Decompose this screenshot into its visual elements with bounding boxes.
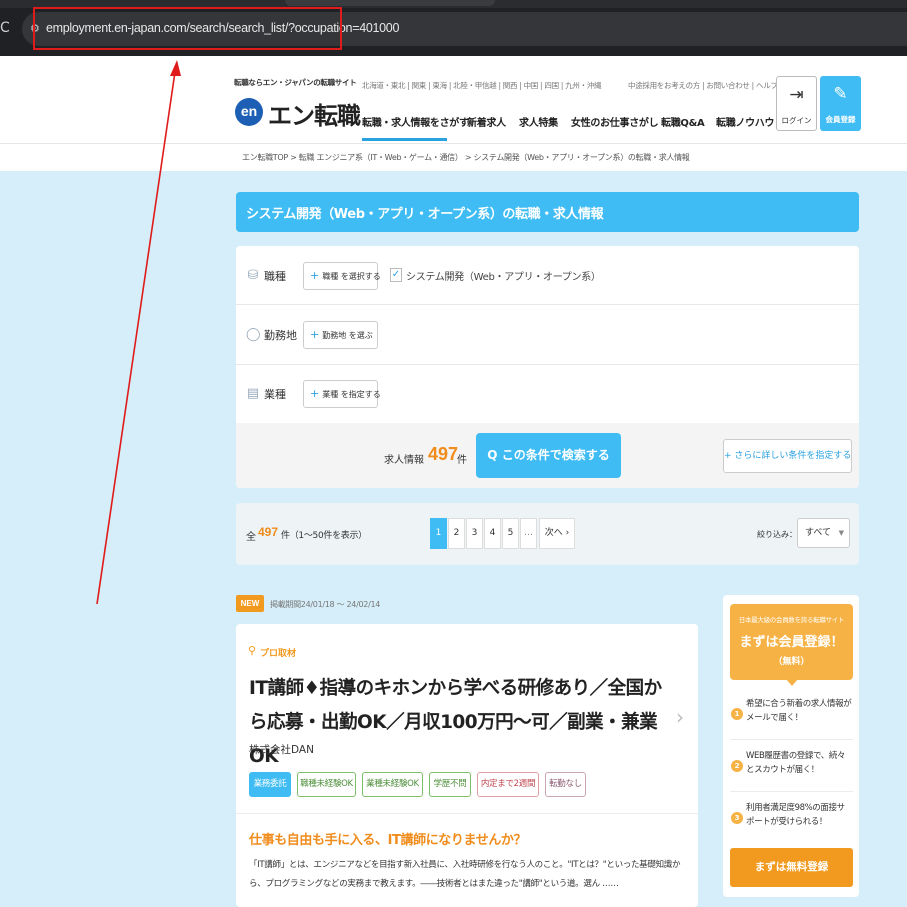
promo-title: まずは会員登録！: [739, 635, 844, 650]
next-page-button[interactable]: 次へ ›: [539, 518, 575, 549]
promo-free-label: （無料）: [773, 657, 810, 667]
free-signup-button[interactable]: まずは無料登録: [730, 848, 853, 887]
job-count-unit: 件: [457, 455, 467, 466]
promo-notch: [786, 679, 798, 686]
search-button[interactable]: Q この条件で検索する: [476, 433, 621, 478]
page-ellipsis: …: [520, 518, 537, 549]
selected-occupation: システム開発（Web・アプリ・オープン系）: [406, 272, 601, 283]
search-button-label: この条件で検索する: [501, 448, 610, 462]
next-page-label: 次へ: [544, 528, 563, 538]
site-logo[interactable]: エン転職: [268, 96, 361, 131]
select-industry-button[interactable]: + 業種 を指定する: [303, 380, 381, 408]
listing-period: 掲載期間24/01/18 ～ 24/02/14: [270, 600, 381, 609]
job-title[interactable]: IT講師♦指導のキホンから学べる研修あり／全国から応募・出勤OK／月収100万円…: [249, 672, 679, 774]
page-button[interactable]: 2: [448, 518, 465, 549]
plus-icon: +: [310, 387, 320, 400]
register-button[interactable]: ✎ 会員登録: [820, 76, 861, 131]
nav-job-features[interactable]: 求人特集: [519, 114, 558, 129]
register-label: 会員登録: [825, 115, 856, 124]
site-tagline: 転職ならエン・ジャパンの転職サイト: [234, 78, 357, 87]
benefit-divider: [730, 739, 853, 740]
page-title: システム開発（Web・アプリ・オープン系）の転職・求人情報: [246, 207, 604, 222]
job-tag: 業種未経験OK: [362, 772, 423, 797]
nav-active-indicator: [362, 138, 447, 141]
job-catchphrase: 仕事も自由も手に入る、IT講師になりませんか？: [249, 833, 527, 848]
location-pin-icon: ◯: [246, 327, 261, 342]
nav-knowhow[interactable]: 転職ノウハウ: [716, 114, 775, 129]
browser-tab[interactable]: [285, 0, 495, 6]
benefit-number: 1: [731, 708, 743, 720]
site-header: [0, 56, 907, 143]
breadcrumb[interactable]: エン転職TOP > 転職 エンジニア系（IT・Web・ゲーム・通信） > システ…: [242, 152, 690, 163]
total-prefix: 全: [246, 532, 256, 543]
filter-value: すべて: [805, 528, 832, 538]
login-icon: ⇥: [789, 85, 804, 105]
benefit-number: 2: [731, 760, 743, 772]
company-name: 株式会社DAN: [249, 744, 314, 756]
industry-label: 業種: [264, 388, 286, 401]
job-description: 「IT講師」とは、エンジニアなどを目指す新入社員に、入社時研修を行なう人のこと。…: [249, 860, 681, 889]
card-divider: [236, 813, 698, 814]
benefit-text: WEB履歴書の登録で、続々とスカウトが届く！: [746, 751, 846, 775]
new-badge: NEW: [236, 595, 264, 612]
nav-new-jobs[interactable]: 新着求人: [467, 114, 506, 129]
detail-conditions-button[interactable]: + さらに詳しい条件を指定する: [723, 439, 852, 473]
page-button[interactable]: 5: [502, 518, 519, 549]
job-tag: 学歴不問: [429, 772, 471, 797]
page-button[interactable]: 1: [430, 518, 447, 549]
select-location-label: 勤務地 を選ぶ: [322, 331, 373, 340]
login-button[interactable]: ⇥ ログイン: [776, 76, 817, 131]
nav-qa[interactable]: 転職Q&A: [661, 114, 705, 129]
benefit-number: 3: [731, 812, 743, 824]
search-icon: Q: [487, 448, 502, 462]
promo-subtitle: 日本最大級の会員数を誇る転職サイト: [738, 616, 845, 624]
filter-label: 絞り込み：: [757, 530, 797, 539]
row-divider: [236, 304, 859, 305]
job-count-value: 497: [428, 444, 459, 464]
total-range: 件（1～50件を表示）: [281, 531, 367, 541]
nav-women-jobs[interactable]: 女性のお仕事さがし: [571, 114, 659, 129]
plus-icon: +: [310, 328, 320, 341]
benefit-divider: [730, 791, 853, 792]
region-links[interactable]: 北海道・東北 | 関東 | 東海 | 北陸・甲信越 | 関西 | 中国 | 四国…: [362, 80, 601, 91]
page-button[interactable]: 4: [484, 518, 501, 549]
chevron-right-icon[interactable]: ›: [676, 705, 684, 729]
pencil-icon: ✎: [833, 84, 848, 104]
job-tag: 職種未経験OK: [297, 772, 356, 797]
pro-interview-icon: ⚲: [248, 644, 257, 657]
job-count-label: 求人情報: [384, 455, 424, 466]
location-label: 勤務地: [264, 329, 297, 342]
select-occupation-button[interactable]: + 職種 を選択する: [303, 262, 381, 290]
occupation-label: 職種: [264, 270, 286, 283]
total-count: 497: [258, 525, 279, 539]
plus-icon: +: [310, 269, 320, 282]
url-highlight-box: [33, 7, 342, 50]
logo-mark-icon[interactable]: en: [235, 98, 263, 126]
job-tag: 内定まで2週間: [477, 772, 539, 797]
utility-links[interactable]: 中途採用をお考えの方 | お問い合わせ | ヘルプ: [628, 80, 778, 91]
row-divider: [236, 364, 859, 365]
reload-icon[interactable]: C: [0, 18, 14, 38]
chevron-down-icon: ▼: [838, 529, 844, 537]
job-tag: 転勤なし: [545, 772, 586, 797]
promo-header: 日本最大級の会員数を誇る転職サイト まずは会員登録！ （無料）: [730, 604, 853, 680]
select-location-button[interactable]: + 勤務地 を選ぶ: [303, 321, 378, 349]
select-industry-label: 業種 を指定する: [322, 390, 381, 399]
document-icon: ▤: [246, 386, 260, 401]
detail-conditions-label: さらに詳しい条件を指定する: [734, 451, 852, 461]
login-label: ログイン: [781, 116, 812, 125]
selected-checkbox[interactable]: ✓: [390, 268, 402, 282]
benefit-text: 利用者満足度98%の面接サポートが受けられる！: [746, 803, 845, 827]
plus-icon: +: [724, 451, 735, 461]
filter-select[interactable]: すべて ▼: [797, 518, 850, 548]
nav-job-search[interactable]: 転職・求人情報をさがす: [362, 114, 469, 129]
briefcase-icon: ⛁: [247, 268, 259, 283]
job-tag: 業務委託: [249, 772, 291, 797]
pro-interview-label: プロ取材: [260, 649, 297, 659]
chevron-right-icon: ›: [562, 528, 570, 538]
page-button[interactable]: 3: [466, 518, 483, 549]
benefit-text: 希望に合う新着の求人情報がメールで届く！: [746, 699, 852, 723]
select-occupation-label: 職種 を選択する: [322, 272, 381, 281]
